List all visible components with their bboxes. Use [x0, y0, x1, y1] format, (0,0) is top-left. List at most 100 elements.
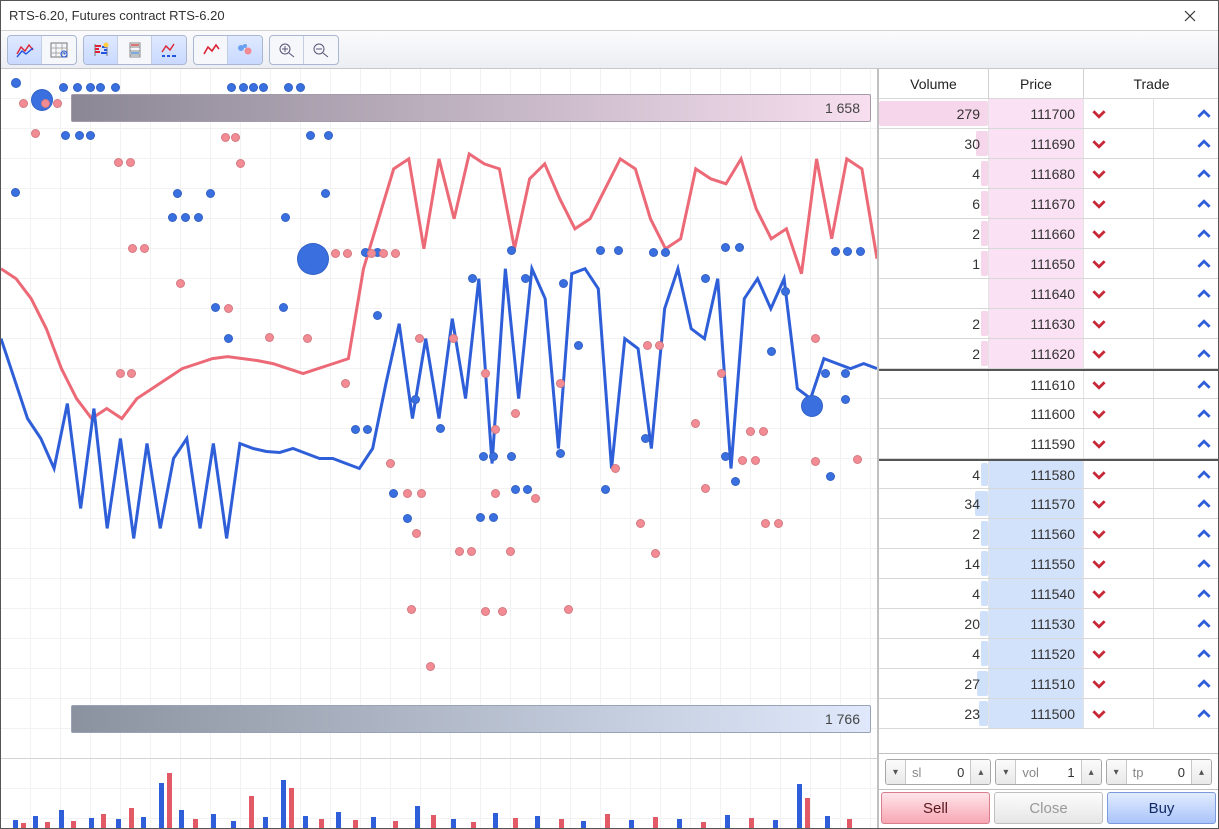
sell-bubble — [386, 459, 395, 468]
sl-spinner[interactable]: ▾ sl0 ▴ — [885, 759, 991, 785]
dom-buy-cell[interactable] — [1154, 249, 1218, 278]
dom-sell-cell[interactable] — [1084, 279, 1154, 308]
dom-sell-cell[interactable] — [1084, 639, 1154, 668]
buy-bubble — [826, 472, 835, 481]
dom-sell-cell[interactable] — [1084, 699, 1154, 728]
vol-increment-button[interactable]: ▴ — [1081, 760, 1101, 784]
dom-sell-cell[interactable] — [1084, 549, 1154, 578]
dom-sell-cell[interactable] — [1084, 371, 1154, 398]
dom-sell-cell[interactable] — [1084, 489, 1154, 518]
sl-decrement-button[interactable]: ▾ — [886, 760, 906, 784]
sell-bubble — [636, 519, 645, 528]
main-area: 1 658 1 766 Volume Price Trade 279111700… — [1, 69, 1218, 828]
dom-buy-cell[interactable] — [1154, 399, 1218, 428]
dom-row[interactable]: 1111650 — [879, 249, 1218, 279]
dom-buy-cell[interactable] — [1154, 309, 1218, 338]
dom-row[interactable]: 4111580 — [879, 459, 1218, 489]
dom-row[interactable]: 279111700 — [879, 99, 1218, 129]
vol-decrement-button[interactable]: ▾ — [996, 760, 1016, 784]
dom-sell-cell[interactable] — [1084, 219, 1154, 248]
dom-panel: Volume Price Trade 279111700301116904111… — [878, 69, 1218, 828]
vol-spinner[interactable]: ▾ vol1 ▴ — [995, 759, 1101, 785]
dom-sell-cell[interactable] — [1084, 189, 1154, 218]
dom-sell-cell[interactable] — [1084, 399, 1154, 428]
dom-row[interactable]: 6111670 — [879, 189, 1218, 219]
dom-buy-cell[interactable] — [1154, 371, 1218, 398]
dom-sell-cell[interactable] — [1084, 129, 1154, 158]
dom-sell-cell[interactable] — [1084, 249, 1154, 278]
dom-row[interactable]: 23111500 — [879, 699, 1218, 729]
dom-buy-cell[interactable] — [1154, 129, 1218, 158]
sell-button[interactable]: Sell — [881, 792, 990, 824]
dom-buy-cell[interactable] — [1154, 699, 1218, 728]
chart-pane[interactable]: 1 658 1 766 — [1, 69, 878, 828]
dom-sell-cell[interactable] — [1084, 579, 1154, 608]
chevron-down-icon — [1092, 197, 1106, 211]
buy-bubble — [721, 243, 730, 252]
dom-sell-cell[interactable] — [1084, 309, 1154, 338]
depth-ladder-button[interactable] — [118, 36, 152, 64]
depth-bars-button[interactable] — [84, 36, 118, 64]
sell-bubble — [31, 129, 40, 138]
dom-buy-cell[interactable] — [1154, 219, 1218, 248]
dom-row[interactable]: 111640 — [879, 279, 1218, 309]
volume-bar — [701, 822, 706, 828]
chevron-up-icon — [1197, 497, 1211, 511]
dom-sell-cell[interactable] — [1084, 461, 1154, 488]
dom-sell-cell[interactable] — [1084, 99, 1154, 128]
window-close-button[interactable] — [1170, 2, 1210, 30]
dom-sell-cell[interactable] — [1084, 669, 1154, 698]
dom-row[interactable]: 111600 — [879, 399, 1218, 429]
dom-row[interactable]: 111610 — [879, 369, 1218, 399]
dom-buy-cell[interactable] — [1154, 639, 1218, 668]
dom-sell-cell[interactable] — [1084, 519, 1154, 548]
zoom-in-button[interactable] — [270, 36, 304, 64]
dom-sell-cell[interactable] — [1084, 429, 1154, 458]
dom-buy-cell[interactable] — [1154, 669, 1218, 698]
dom-row[interactable]: 20111530 — [879, 609, 1218, 639]
dom-sell-cell[interactable] — [1084, 159, 1154, 188]
tp-decrement-button[interactable]: ▾ — [1107, 760, 1127, 784]
dom-row[interactable]: 4111680 — [879, 159, 1218, 189]
dom-buy-cell[interactable] — [1154, 339, 1218, 368]
dom-buy-cell[interactable] — [1154, 519, 1218, 548]
dom-buy-cell[interactable] — [1154, 429, 1218, 458]
dom-row[interactable]: 2111660 — [879, 219, 1218, 249]
dom-buy-cell[interactable] — [1154, 279, 1218, 308]
single-line-button[interactable] — [194, 36, 228, 64]
sl-increment-button[interactable]: ▴ — [970, 760, 990, 784]
dom-buy-cell[interactable] — [1154, 609, 1218, 638]
dom-buy-cell[interactable] — [1154, 579, 1218, 608]
volume-bar — [847, 819, 852, 828]
dom-buy-cell[interactable] — [1154, 189, 1218, 218]
dom-buy-cell[interactable] — [1154, 99, 1218, 128]
dom-row[interactable]: 111590 — [879, 429, 1218, 459]
time-grid-button[interactable] — [42, 36, 76, 64]
dom-row[interactable]: 4111520 — [879, 639, 1218, 669]
dom-row[interactable]: 34111570 — [879, 489, 1218, 519]
close-icon — [1184, 10, 1196, 22]
dom-row[interactable]: 30111690 — [879, 129, 1218, 159]
dom-row[interactable]: 2111620 — [879, 339, 1218, 369]
dom-row[interactable]: 2111630 — [879, 309, 1218, 339]
dom-row[interactable]: 2111560 — [879, 519, 1218, 549]
dom-buy-cell[interactable] — [1154, 159, 1218, 188]
dom-buy-cell[interactable] — [1154, 549, 1218, 578]
dom-row[interactable]: 14111550 — [879, 549, 1218, 579]
dom-table: Volume Price Trade 279111700301116904111… — [879, 69, 1218, 753]
indicators-button[interactable] — [152, 36, 186, 64]
dom-buy-cell[interactable] — [1154, 489, 1218, 518]
dom-row[interactable]: 4111540 — [879, 579, 1218, 609]
dom-buy-cell[interactable] — [1154, 461, 1218, 488]
tick-chart-button[interactable] — [8, 36, 42, 64]
buy-button[interactable]: Buy — [1107, 792, 1216, 824]
dom-sell-cell[interactable] — [1084, 339, 1154, 368]
close-position-button[interactable]: Close — [994, 792, 1103, 824]
zoom-out-button[interactable] — [304, 36, 338, 64]
tp-increment-button[interactable]: ▴ — [1191, 760, 1211, 784]
chevron-up-icon — [1197, 527, 1211, 541]
tp-spinner[interactable]: ▾ tp0 ▴ — [1106, 759, 1212, 785]
dom-row[interactable]: 27111510 — [879, 669, 1218, 699]
dom-sell-cell[interactable] — [1084, 609, 1154, 638]
bubble-trades-button[interactable] — [228, 36, 262, 64]
